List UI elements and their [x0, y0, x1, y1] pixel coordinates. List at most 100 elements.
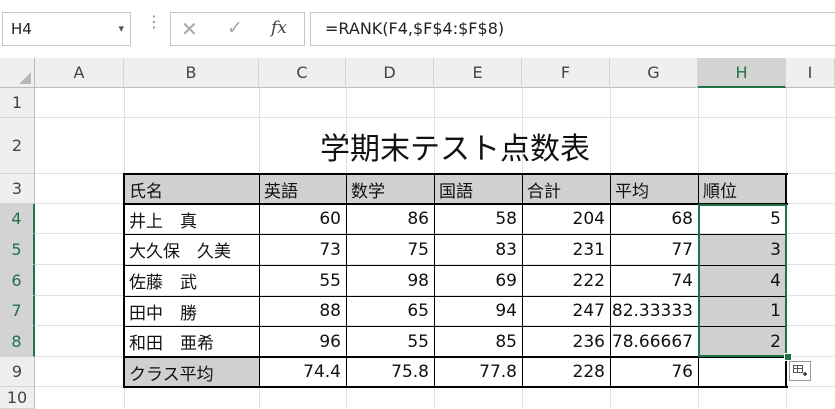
cell-average[interactable]: 74 [610, 265, 698, 296]
cell-class-average-label[interactable]: クラス平均 [124, 357, 259, 387]
cell-rank-active[interactable]: 5 [698, 204, 786, 234]
table-border [123, 173, 125, 388]
table-border [434, 174, 435, 387]
cell-math[interactable]: 75 [346, 234, 434, 265]
more-options-icon[interactable]: ⋮ [146, 14, 162, 30]
cell-rank[interactable]: 4 [698, 265, 786, 296]
cell-average-average[interactable]: 76 [610, 357, 698, 387]
cell-math-average[interactable]: 75.8 [346, 357, 434, 387]
row-header-3[interactable]: 3 [0, 174, 35, 204]
cell-name[interactable]: 佐藤 武 [124, 265, 259, 296]
cell-total[interactable]: 247 [522, 296, 610, 326]
table-border [123, 173, 788, 175]
cell-math[interactable]: 55 [346, 326, 434, 357]
cell-rank[interactable]: 3 [698, 234, 786, 265]
formula-text: =RANK(F4,$F$4:$F$8) [325, 19, 505, 38]
cell-math[interactable]: 86 [346, 204, 434, 234]
formula-input[interactable]: =RANK(F4,$F$4:$F$8) [310, 12, 835, 46]
table-header-japanese[interactable]: 国語 [434, 174, 522, 204]
name-box[interactable]: H4 ▾ [2, 12, 131, 46]
table-border [123, 356, 788, 358]
table-header-rank[interactable]: 順位 [698, 174, 786, 204]
column-header-c[interactable]: C [259, 58, 346, 88]
row-header-8[interactable]: 8 [0, 326, 35, 357]
cell-total-average[interactable]: 228 [522, 357, 610, 387]
table-border [124, 234, 786, 235]
cell-rank[interactable]: 2 [698, 326, 786, 357]
row-header-10[interactable]: 10 [0, 387, 35, 409]
cell-japanese-average[interactable]: 77.8 [434, 357, 522, 387]
cell-average[interactable]: 77 [610, 234, 698, 265]
table-header-english[interactable]: 英語 [259, 174, 346, 204]
cell-english[interactable]: 55 [259, 265, 346, 296]
row-header-2[interactable]: 2 [0, 118, 35, 174]
row-header-4[interactable]: 4 [0, 204, 35, 234]
name-box-value: H4 [11, 20, 32, 38]
table-header-name[interactable]: 氏名 [124, 174, 259, 204]
cell-rank[interactable]: 1 [698, 296, 786, 326]
cell-english[interactable]: 60 [259, 204, 346, 234]
cell-average[interactable]: 78.66667 [610, 326, 698, 357]
table-border [346, 174, 347, 387]
cell-total[interactable]: 204 [522, 204, 610, 234]
cell-average[interactable]: 82.33333 [610, 296, 698, 326]
table-border [123, 203, 788, 205]
cell-total[interactable]: 231 [522, 234, 610, 265]
insert-function-icon[interactable]: fx [271, 18, 287, 38]
column-header-f[interactable]: F [522, 58, 610, 88]
formula-buttons: ✕ ✓ fx [170, 12, 305, 46]
row-header-7[interactable]: 7 [0, 296, 35, 326]
cell-english[interactable]: 73 [259, 234, 346, 265]
cell-japanese[interactable]: 69 [434, 265, 522, 296]
table-header-math[interactable]: 数学 [346, 174, 434, 204]
table-header-total[interactable]: 合計 [522, 174, 610, 204]
cell-average[interactable]: 68 [610, 204, 698, 234]
cell-english[interactable]: 96 [259, 326, 346, 357]
table-border [123, 386, 788, 388]
cell-total[interactable]: 236 [522, 326, 610, 357]
cell-total[interactable]: 222 [522, 265, 610, 296]
column-header-b[interactable]: B [124, 58, 259, 88]
table-border [698, 174, 699, 387]
cell-english-average[interactable]: 74.4 [259, 357, 346, 387]
cell-japanese[interactable]: 83 [434, 234, 522, 265]
cell-japanese[interactable]: 58 [434, 204, 522, 234]
cell-name[interactable]: 井上 真 [124, 204, 259, 234]
row-header-9[interactable]: 9 [0, 357, 35, 387]
enter-icon[interactable]: ✓ [227, 17, 243, 39]
chevron-down-icon[interactable]: ▾ [118, 22, 124, 35]
table-border [124, 296, 786, 297]
cell-name[interactable]: 大久保 久美 [124, 234, 259, 265]
column-header-h[interactable]: H [698, 58, 786, 88]
fill-handle[interactable] [784, 353, 792, 361]
column-header-e[interactable]: E [434, 58, 522, 88]
column-header-a[interactable]: A [35, 58, 124, 88]
cell-name[interactable]: 田中 勝 [124, 296, 259, 326]
row-header-1[interactable]: 1 [0, 88, 35, 118]
quick-analysis-icon[interactable] [789, 361, 811, 381]
cell-math[interactable]: 98 [346, 265, 434, 296]
table-header-average[interactable]: 平均 [610, 174, 698, 204]
cell-rank-average[interactable] [698, 357, 786, 387]
cell-japanese[interactable]: 85 [434, 326, 522, 357]
table-border [124, 326, 786, 327]
cell-math[interactable]: 65 [346, 296, 434, 326]
cancel-icon[interactable]: ✕ [181, 17, 198, 41]
row-header-6[interactable]: 6 [0, 265, 35, 296]
cell-japanese[interactable]: 94 [434, 296, 522, 326]
table-border [259, 174, 260, 387]
cell-name[interactable]: 和田 亜希 [124, 326, 259, 357]
select-all-triangle-icon [19, 72, 31, 84]
select-all-button[interactable] [0, 58, 35, 88]
sheet-title[interactable]: 学期末テスト点数表 [124, 118, 786, 174]
column-header-d[interactable]: D [346, 58, 434, 88]
column-header-g[interactable]: G [610, 58, 698, 88]
column-header-i[interactable]: I [786, 58, 835, 88]
table-border [610, 174, 611, 387]
quick-analysis-glyph-icon [793, 365, 807, 376]
cell-english[interactable]: 88 [259, 296, 346, 326]
formula-bar: H4 ▾ ⋮ ✕ ✓ fx =RANK(F4,$F$4:$F$8) [0, 0, 835, 58]
table-border [522, 174, 523, 387]
row-header-5[interactable]: 5 [0, 234, 35, 265]
table-border [124, 265, 786, 266]
